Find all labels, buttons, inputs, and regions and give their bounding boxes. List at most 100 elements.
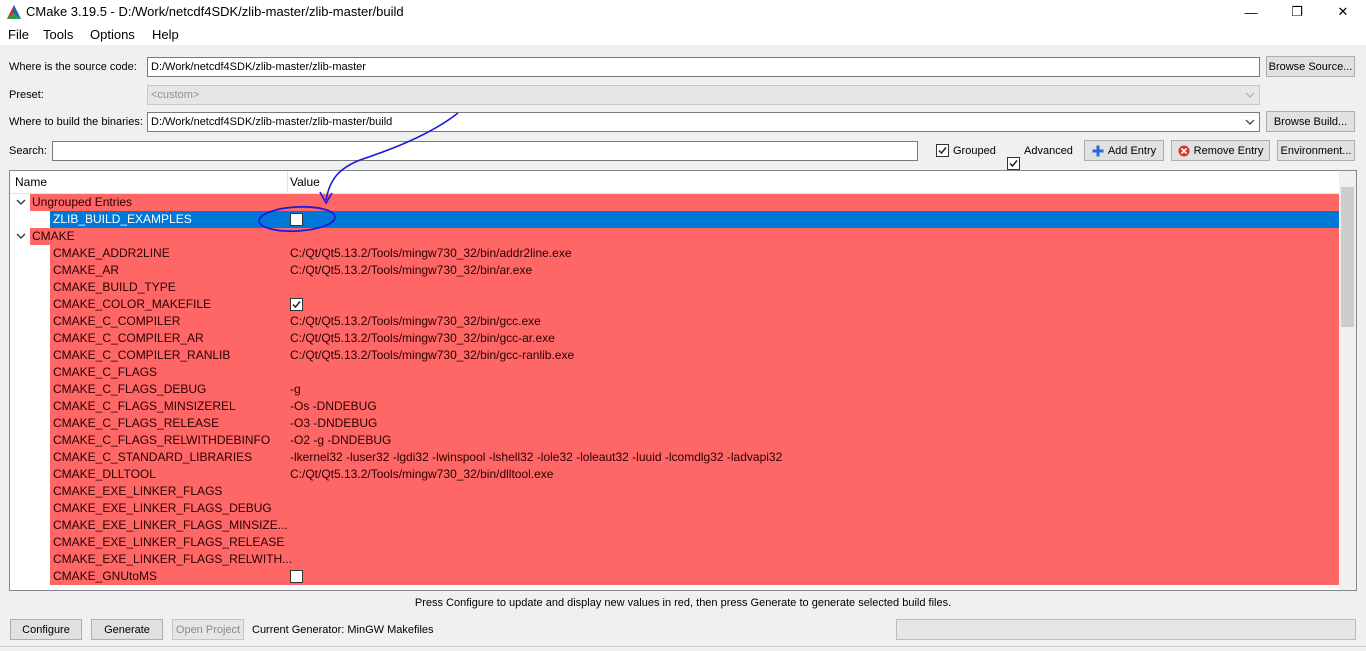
entry-value[interactable]: -lkernel32 -luser32 -lgdi32 -lwinspool -… (290, 450, 782, 464)
row-highlight (50, 262, 1339, 279)
table-row[interactable]: CMAKE_C_FLAGS_DEBUG -g (10, 381, 1339, 398)
table-row[interactable]: CMAKE_C_STANDARD_LIBRARIES -lkernel32 -lu… (10, 449, 1339, 466)
entry-name: ZLIB_BUILD_EXAMPLES (53, 212, 192, 226)
entry-value[interactable]: C:/Qt/Qt5.13.2/Tools/mingw730_32/bin/dll… (290, 467, 553, 481)
chevron-down-icon[interactable] (1244, 116, 1256, 128)
table-row[interactable]: CMAKE_C_FLAGS (10, 364, 1339, 381)
build-path-combo[interactable]: D:/Work/netcdf4SDK/zlib-master/zlib-mast… (147, 112, 1260, 132)
table-row[interactable]: CMAKE_EXE_LINKER_FLAGS_RELWITH... (10, 551, 1339, 568)
column-divider[interactable] (287, 171, 288, 194)
preset-value: <custom> (151, 89, 200, 101)
row-highlight (30, 194, 1339, 211)
configure-button[interactable]: Configure (10, 619, 82, 640)
entry-name: CMAKE_ADDR2LINE (53, 246, 170, 260)
entry-value-checkbox[interactable] (290, 213, 303, 226)
menu-tools[interactable]: Tools (43, 27, 73, 42)
table-row[interactable]: CMAKE_EXE_LINKER_FLAGS_DEBUG (10, 500, 1339, 517)
entry-value[interactable]: C:/Qt/Qt5.13.2/Tools/mingw730_32/bin/gcc… (290, 314, 541, 328)
row-highlight (30, 228, 1339, 245)
source-path-input[interactable]: D:/Work/netcdf4SDK/zlib-master/zlib-mast… (147, 57, 1260, 77)
entry-value[interactable]: C:/Qt/Qt5.13.2/Tools/mingw730_32/bin/add… (290, 246, 572, 260)
entry-name: CMAKE_C_COMPILER (53, 314, 181, 328)
preset-label: Preset: (9, 89, 44, 101)
table-row[interactable]: CMAKE_AR C:/Qt/Qt5.13.2/Tools/mingw730_32… (10, 262, 1339, 279)
table-row[interactable]: CMAKE_C_FLAGS_RELEASE -O3 -DNDEBUG (10, 415, 1339, 432)
row-highlight (50, 211, 1339, 228)
table-row[interactable]: CMAKE_BUILD_TYPE (10, 279, 1339, 296)
entry-name: CMAKE_AR (53, 263, 120, 277)
row-highlight (50, 483, 1339, 500)
entry-value[interactable]: C:/Qt/Qt5.13.2/Tools/mingw730_32/bin/ar.… (290, 263, 532, 277)
table-row[interactable]: CMAKE_EXE_LINKER_FLAGS_MINSIZE... (10, 517, 1339, 534)
menu-bar: File Tools Options Help (0, 24, 1366, 45)
close-button[interactable]: ✕ (1320, 0, 1366, 24)
entry-value-checkbox[interactable] (290, 298, 303, 311)
entry-name: CMAKE_COLOR_MAKEFILE (53, 297, 212, 311)
minimize-button[interactable]: — (1228, 0, 1274, 24)
restore-button[interactable]: ❐ (1274, 0, 1320, 24)
menu-options[interactable]: Options (90, 27, 135, 42)
row-highlight (50, 330, 1339, 347)
entry-value[interactable]: C:/Qt/Qt5.13.2/Tools/mingw730_32/bin/gcc… (290, 348, 574, 362)
table-header: Name Value (10, 171, 1356, 194)
open-project-button[interactable]: Open Project (172, 619, 244, 640)
chevron-down-icon[interactable] (15, 196, 27, 208)
entry-name: CMAKE_C_COMPILER_RANLIB (53, 348, 231, 362)
advanced-checkbox[interactable] (1007, 157, 1020, 170)
table-row[interactable]: CMAKE_EXE_LINKER_FLAGS_RELEASE (10, 534, 1339, 551)
entry-name: CMAKE_EXE_LINKER_FLAGS_RELWITH... (53, 552, 293, 566)
entry-name: CMAKE_C_COMPILER_AR (53, 331, 204, 345)
chevron-down-icon (1245, 92, 1255, 98)
table-row[interactable]: CMAKE_ADDR2LINE C:/Qt/Qt5.13.2/Tools/ming… (10, 245, 1339, 262)
build-path-value: D:/Work/netcdf4SDK/zlib-master/zlib-mast… (151, 116, 393, 128)
table-row[interactable]: CMAKE_C_FLAGS_RELWITHDEBINFO -O2 -g -DNDE… (10, 432, 1339, 449)
cache-entries-table[interactable]: Name Value Ungrouped Entries ZLIB_BUILD_E… (9, 170, 1357, 591)
generate-button[interactable]: Generate (91, 619, 163, 640)
column-header-name[interactable]: Name (15, 175, 47, 189)
row-highlight (50, 296, 1339, 313)
browse-source-button[interactable]: Browse Source... (1266, 56, 1355, 77)
menu-help[interactable]: Help (152, 27, 179, 42)
table-row[interactable]: CMAKE_EXE_LINKER_FLAGS (10, 483, 1339, 500)
group-label: Ungrouped Entries (32, 195, 133, 209)
entry-value[interactable]: -O3 -DNDEBUG (290, 416, 377, 430)
table-row[interactable]: CMAKE_C_FLAGS_MINSIZEREL -Os -DNDEBUG (10, 398, 1339, 415)
vertical-scrollbar[interactable] (1339, 171, 1356, 590)
entry-value[interactable]: -g (290, 382, 301, 396)
row-highlight (50, 245, 1339, 262)
environment-button[interactable]: Environment... (1277, 140, 1355, 161)
entry-value[interactable]: -Os -DNDEBUG (290, 399, 377, 413)
row-highlight (50, 347, 1339, 364)
remove-entry-button[interactable]: Remove Entry (1171, 140, 1270, 161)
entry-value[interactable]: -O2 -g -DNDEBUG (290, 433, 391, 447)
table-row[interactable]: CMAKE_GNUtoMS (10, 568, 1339, 585)
table-row[interactable]: CMAKE_C_COMPILER C:/Qt/Qt5.13.2/Tools/min… (10, 313, 1339, 330)
table-row[interactable]: CMAKE_DLLTOOL C:/Qt/Qt5.13.2/Tools/mingw7… (10, 466, 1339, 483)
group-row[interactable]: CMAKE (10, 228, 1339, 245)
table-row[interactable]: CMAKE_COLOR_MAKEFILE (10, 296, 1339, 313)
menu-file[interactable]: File (8, 27, 29, 42)
divider (0, 646, 1366, 647)
title-bar: CMake 3.19.5 - D:/Work/netcdf4SDK/zlib-m… (0, 0, 1366, 24)
chevron-down-icon[interactable] (15, 230, 27, 242)
column-header-value[interactable]: Value (290, 175, 320, 189)
table-row[interactable]: CMAKE_C_COMPILER_AR C:/Qt/Qt5.13.2/Tools/… (10, 330, 1339, 347)
grouped-checkbox[interactable] (936, 144, 949, 157)
row-highlight (50, 398, 1339, 415)
remove-entry-label: Remove Entry (1193, 144, 1264, 157)
table-row[interactable]: ZLIB_BUILD_EXAMPLES (10, 211, 1339, 228)
entry-name: CMAKE_EXE_LINKER_FLAGS_DEBUG (53, 501, 272, 515)
entry-name: CMAKE_C_FLAGS (53, 365, 158, 379)
row-highlight (50, 313, 1339, 330)
scrollbar-thumb[interactable] (1341, 187, 1354, 327)
entry-value-checkbox[interactable] (290, 570, 303, 583)
add-entry-button[interactable]: Add Entry (1084, 140, 1164, 161)
entry-value[interactable]: C:/Qt/Qt5.13.2/Tools/mingw730_32/bin/gcc… (290, 331, 555, 345)
entry-name: CMAKE_EXE_LINKER_FLAGS (53, 484, 223, 498)
window-title: CMake 3.19.5 - D:/Work/netcdf4SDK/zlib-m… (26, 4, 404, 19)
table-row[interactable]: CMAKE_C_COMPILER_RANLIB C:/Qt/Qt5.13.2/To… (10, 347, 1339, 364)
status-message: Press Configure to update and display ne… (414, 597, 952, 609)
search-input[interactable] (52, 141, 918, 161)
group-row[interactable]: Ungrouped Entries (10, 194, 1339, 211)
browse-build-button[interactable]: Browse Build... (1266, 111, 1355, 132)
